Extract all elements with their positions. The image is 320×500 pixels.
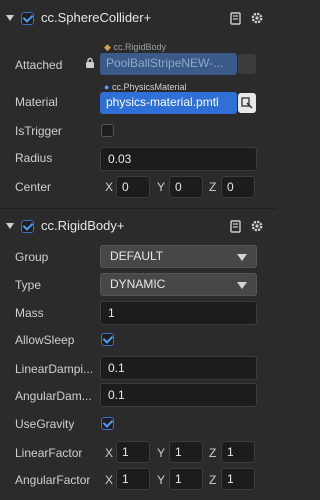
angular-factor-label: AngularFactor bbox=[15, 473, 91, 487]
group-select[interactable]: DEFAULT bbox=[100, 245, 257, 268]
mass-label: Mass bbox=[15, 306, 44, 320]
linear-factor-y-axis: Y bbox=[157, 446, 166, 460]
use-gravity-checkbox[interactable] bbox=[101, 417, 114, 430]
rigid-enabled-checkbox[interactable] bbox=[21, 220, 34, 233]
is-trigger-label: IsTrigger bbox=[15, 124, 62, 138]
linear-damping-input[interactable]: 0.1 bbox=[100, 356, 257, 380]
angular-factor-z-axis: Z bbox=[209, 473, 217, 487]
doc-icon[interactable] bbox=[230, 220, 242, 233]
rigid-body-title: cc.RigidBody+ bbox=[41, 218, 125, 233]
linear-factor-label: LinearFactor bbox=[15, 446, 83, 460]
dropdown-arrow-icon bbox=[237, 254, 247, 261]
section-divider bbox=[0, 208, 276, 209]
linear-factor-x-axis: X bbox=[105, 446, 114, 460]
center-label: Center bbox=[15, 180, 52, 194]
material-value: physics-material.pmtl bbox=[100, 92, 237, 114]
chevron-down-icon[interactable] bbox=[6, 15, 14, 21]
center-y-input[interactable]: 0 bbox=[169, 176, 203, 198]
center-x-axis: X bbox=[105, 180, 114, 194]
sphere-collider-title: cc.SphereCollider+ bbox=[41, 10, 152, 25]
gear-icon[interactable] bbox=[250, 219, 264, 233]
attached-type-label: ◆ cc.RigidBody bbox=[104, 42, 166, 52]
group-label: Group bbox=[15, 250, 49, 264]
material-label: Material bbox=[15, 95, 58, 109]
center-y-axis: Y bbox=[157, 180, 166, 194]
sphere-enabled-checkbox[interactable] bbox=[21, 12, 34, 25]
type-value: DYNAMIC bbox=[110, 277, 166, 291]
doc-icon[interactable] bbox=[230, 12, 242, 25]
material-asset-field[interactable]: ● cc.PhysicsMaterial physics-material.pm… bbox=[100, 82, 257, 116]
linear-factor-z-axis: Z bbox=[209, 446, 217, 460]
mass-input[interactable]: 1 bbox=[100, 301, 257, 325]
dropdown-arrow-icon bbox=[237, 282, 247, 289]
angular-factor-y-input[interactable]: 1 bbox=[169, 468, 203, 490]
center-x-input[interactable]: 0 bbox=[116, 176, 150, 198]
angular-damping-input[interactable]: 0.1 bbox=[100, 383, 257, 407]
group-value: DEFAULT bbox=[110, 249, 164, 263]
angular-damping-label: AngularDam... bbox=[15, 389, 92, 403]
type-label: Type bbox=[15, 278, 42, 292]
angular-factor-x-axis: X bbox=[105, 473, 114, 487]
rigid-body-header[interactable]: cc.RigidBody+ bbox=[0, 216, 276, 236]
radius-input[interactable]: 0.03 bbox=[100, 147, 257, 171]
is-trigger-checkbox[interactable] bbox=[101, 124, 114, 137]
radius-label: Radius bbox=[15, 151, 53, 165]
angular-factor-y-axis: Y bbox=[157, 473, 166, 487]
center-z-axis: Z bbox=[209, 180, 217, 194]
picker-glyph-icon bbox=[241, 97, 253, 109]
asset-type-icon: ● bbox=[104, 82, 110, 92]
asset-type-icon: ◆ bbox=[104, 42, 111, 52]
linear-factor-x-input[interactable]: 1 bbox=[116, 441, 150, 463]
material-type-label: ● cc.PhysicsMaterial bbox=[104, 82, 187, 92]
center-z-input[interactable]: 0 bbox=[221, 176, 255, 198]
angular-factor-z-input[interactable]: 1 bbox=[221, 468, 255, 490]
linear-factor-y-input[interactable]: 1 bbox=[169, 441, 203, 463]
allow-sleep-checkbox[interactable] bbox=[101, 333, 114, 346]
linear-factor-z-input[interactable]: 1 bbox=[221, 441, 255, 463]
gear-icon[interactable] bbox=[250, 11, 264, 25]
picker-icon[interactable] bbox=[238, 93, 256, 113]
use-gravity-label: UseGravity bbox=[15, 417, 75, 431]
chevron-down-icon[interactable] bbox=[6, 223, 14, 229]
allow-sleep-label: AllowSleep bbox=[15, 333, 75, 347]
sphere-collider-header[interactable]: cc.SphereCollider+ bbox=[0, 8, 276, 28]
picker-icon[interactable] bbox=[238, 54, 256, 74]
lock-icon bbox=[86, 57, 94, 68]
attached-asset-field[interactable]: ◆ cc.RigidBody PoolBallStripeNEW-... bbox=[100, 42, 257, 76]
type-select[interactable]: DYNAMIC bbox=[100, 273, 257, 296]
linear-damping-label: LinearDampi... bbox=[15, 362, 94, 376]
attached-value: PoolBallStripeNEW-... bbox=[100, 53, 237, 75]
angular-factor-x-input[interactable]: 1 bbox=[116, 468, 150, 490]
attached-label: Attached bbox=[15, 58, 63, 72]
